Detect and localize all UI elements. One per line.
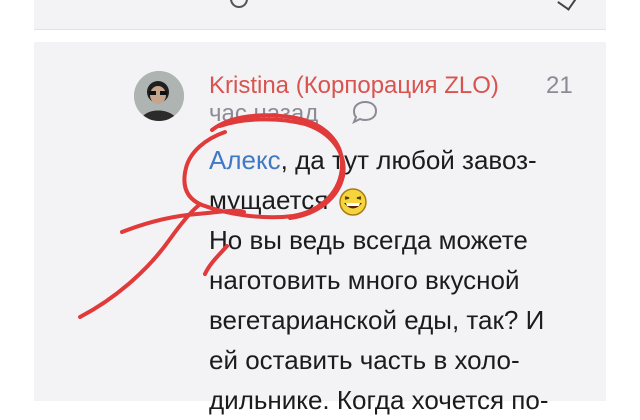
comment-text-1: , да тут любой завоз-: [280, 145, 537, 175]
comment-line-7: дильнике. Когда хочется по-: [209, 385, 549, 415]
comment-line-5: вегетарианской еды, так? И: [209, 305, 545, 335]
comment-author[interactable]: Kristina (Корпорация ZLO): [209, 72, 499, 100]
comment-line-4: наготовить много вкусной: [209, 265, 520, 295]
mention-link[interactable]: Алекс: [209, 145, 281, 175]
previous-comment-corner-icon: [557, 0, 577, 11]
comment-line-6: ей оставить часть в холо-: [209, 345, 520, 375]
comment-time-unit: час назад: [209, 100, 319, 127]
comment-text-2: мущается: [209, 185, 329, 215]
comment-line-1: Алекс, да тут любой завоз-: [209, 140, 589, 180]
previous-comment-card: [34, 0, 606, 30]
laughing-emoji-icon: [338, 188, 367, 216]
avatar[interactable]: [134, 71, 184, 121]
reply-icon[interactable]: [350, 100, 380, 124]
comment-body: Алекс, да тут любой завоз- мущается Но в…: [209, 140, 589, 420]
previous-comment-icon-fragment: [230, 0, 248, 8]
comment-time-number: 21: [546, 72, 573, 99]
comment-line-2: мущается: [209, 180, 589, 220]
comment-line-3: Но вы ведь всегда можете: [209, 225, 528, 255]
avatar-photo: [134, 71, 184, 121]
